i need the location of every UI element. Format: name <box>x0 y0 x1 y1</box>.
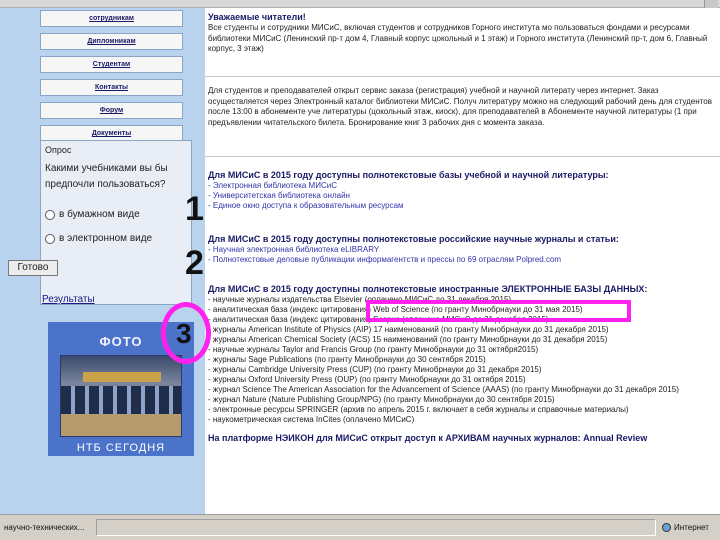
photo-caption: НТБ СЕГОДНЯ <box>76 442 166 454</box>
resource-item[interactable]: - журналы Sage Publications (по гранту М… <box>208 355 718 365</box>
resource-link[interactable]: - Университетская библиотека онлайн <box>208 191 718 201</box>
notice-block: Уважаемые читатели! Все студенты и сотру… <box>208 12 718 75</box>
order-service-block: Для студентов и преподавателей открыт се… <box>208 86 718 154</box>
resource-item[interactable]: - журналы Oxford University Press (OUP) … <box>208 375 718 385</box>
resource-link[interactable]: - Единое окно доступа к образовательным … <box>208 201 718 211</box>
russian-journals-heading: Для МИСиС в 2015 году доступны полнотекс… <box>208 234 619 244</box>
radio-icon[interactable] <box>45 233 55 244</box>
resource-link[interactable]: - Научная электронная библиотека eLIBRAR… <box>208 245 718 255</box>
browser-status-bar: научно-технических... Интернет <box>0 514 720 540</box>
photo-floor <box>61 414 181 436</box>
zone-label: Интернет <box>674 523 709 532</box>
divider <box>205 156 720 157</box>
main-content: Уважаемые читатели! Все студенты и сотру… <box>205 8 720 514</box>
resource-item[interactable]: - наукометрическая система InCites (опла… <box>208 415 718 425</box>
resource-link[interactable]: - Полнотекстовые деловые публикации инфо… <box>208 255 718 265</box>
resource-item[interactable]: - научные журналы Taylor and Francis Gro… <box>208 345 718 355</box>
globe-icon <box>662 523 671 532</box>
annotation-highlight-box <box>366 300 631 322</box>
fulltext-bases-block: Для МИСиС в 2015 году доступны полнотекс… <box>208 170 718 211</box>
photo-sign <box>83 372 161 382</box>
poll-option-paper[interactable]: в бумажном виде <box>45 209 140 220</box>
poll-submit-button[interactable]: Готово <box>8 260 58 276</box>
resource-link[interactable]: - Электронная библиотека МИСиС <box>208 181 718 191</box>
resource-item[interactable]: - журналы American Institute of Physics … <box>208 325 718 335</box>
poll-panel: Опрос Какими учебниками вы бы предпочли … <box>40 140 192 305</box>
poll-option-label: в электронном виде <box>59 233 153 244</box>
russian-journals-block: Для МИСиС в 2015 году доступны полнотекс… <box>208 234 718 265</box>
radio-icon[interactable] <box>45 209 55 220</box>
nav-graduates[interactable]: Дипломникам <box>40 33 183 50</box>
order-service-text: Для студентов и преподавателей открыт се… <box>208 86 712 127</box>
nav-students[interactable]: Студентам <box>40 56 183 73</box>
poll-title: Опрос <box>45 145 72 155</box>
poll-option-label: в бумажном виде <box>59 209 140 220</box>
security-zone: Интернет <box>662 523 709 532</box>
foreign-databases-heading: Для МИСиС в 2015 году доступны полнотекс… <box>208 284 648 294</box>
window-top-strip <box>0 0 720 8</box>
notice-text: Все студенты и сотрудники МИСиС, включая… <box>208 23 708 53</box>
scrollbar-corner[interactable] <box>704 0 718 8</box>
annotation-marker-3: 3 <box>176 318 192 349</box>
status-progress-segment <box>96 519 656 536</box>
fulltext-bases-heading: Для МИСиС в 2015 году доступны полнотекс… <box>208 170 609 180</box>
resource-item[interactable]: - журнал Nature (Nature Publishing Group… <box>208 395 718 405</box>
photo-windows <box>61 386 181 414</box>
poll-option-electronic[interactable]: в электронном виде <box>45 233 152 244</box>
poll-results-link[interactable]: Результаты <box>42 294 95 305</box>
left-sidebar: сотрудникам Дипломникам Студентам Контак… <box>0 8 205 514</box>
annotation-marker-1: 1 <box>185 190 204 228</box>
status-text: научно-технических... <box>4 523 85 532</box>
notice-heading: Уважаемые читатели! <box>208 12 306 22</box>
neicon-heading: На платформе НЭИКОН для МИСиС открыт дос… <box>208 433 648 443</box>
resource-item[interactable]: - электронные ресурсы SPRINGER (архив по… <box>208 405 718 415</box>
resource-item[interactable]: - журналы Cambridge University Press (CU… <box>208 365 718 375</box>
sidebar-nav: сотрудникам Дипломникам Студентам Контак… <box>40 8 183 148</box>
divider <box>205 76 720 77</box>
nav-staff[interactable]: сотрудникам <box>40 10 183 27</box>
resource-item[interactable]: - журналы American Chemical Society (ACS… <box>208 335 718 345</box>
library-photo[interactable] <box>60 355 182 437</box>
nav-contacts[interactable]: Контакты <box>40 79 183 96</box>
nav-forum[interactable]: Форум <box>40 102 183 119</box>
poll-question: Какими учебниками вы бы предпочли пользо… <box>45 163 168 190</box>
resource-item[interactable]: - журнал Science The American Associatio… <box>208 385 718 395</box>
annotation-marker-2: 2 <box>185 244 204 282</box>
